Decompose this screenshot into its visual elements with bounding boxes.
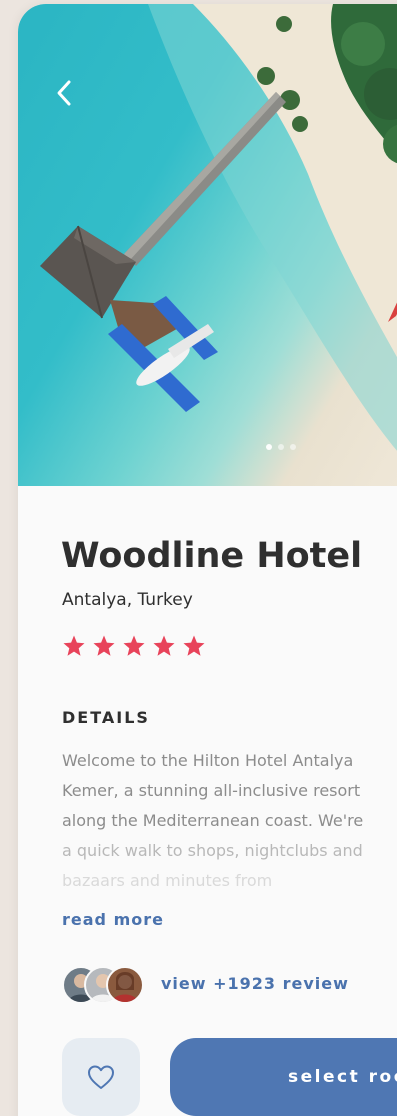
description-line: a quick walk to shops, nightclubs and xyxy=(62,841,363,860)
description-line: Kemer, a stunning all-inclusive resort xyxy=(62,781,361,800)
star-rating xyxy=(62,634,206,658)
star-icon xyxy=(183,635,205,656)
select-room-button[interactable]: select room xyxy=(170,1038,397,1116)
hotel-detail-card: Woodline Hotel Antalya, Turkey DETAILS W… xyxy=(18,4,397,1116)
star-icon xyxy=(153,635,175,656)
hotel-photo-carousel[interactable] xyxy=(18,4,397,486)
star-icon xyxy=(63,635,85,656)
details-heading: DETAILS xyxy=(62,708,150,727)
carousel-indicator xyxy=(266,444,296,450)
avatar xyxy=(106,966,144,1004)
description-line: Welcome to the Hilton Hotel Antalya xyxy=(62,751,354,770)
description-line: along the Mediterranean coast. We're xyxy=(62,811,364,830)
star-icon xyxy=(123,635,145,656)
carousel-dot-active[interactable] xyxy=(266,444,272,450)
carousel-dot[interactable] xyxy=(278,444,284,450)
favorite-button[interactable] xyxy=(62,1038,140,1116)
view-reviews-link[interactable]: view +1923 review xyxy=(161,974,349,993)
page: Woodline Hotel Antalya, Turkey DETAILS W… xyxy=(0,0,397,1116)
hotel-description: Welcome to the Hilton Hotel Antalya Keme… xyxy=(62,746,397,896)
chevron-left-icon[interactable] xyxy=(54,78,74,108)
reviewer-avatars[interactable] xyxy=(62,966,152,1004)
heart-icon xyxy=(88,1065,114,1089)
description-line: bazaars and minutes from xyxy=(62,871,273,890)
carousel-dot[interactable] xyxy=(290,444,296,450)
beach-aerial-photo xyxy=(40,4,397,451)
read-more-link[interactable]: read more xyxy=(62,910,164,929)
hotel-name: Woodline Hotel xyxy=(61,536,363,576)
star-icon xyxy=(93,635,115,656)
hotel-location: Antalya, Turkey xyxy=(62,590,193,610)
